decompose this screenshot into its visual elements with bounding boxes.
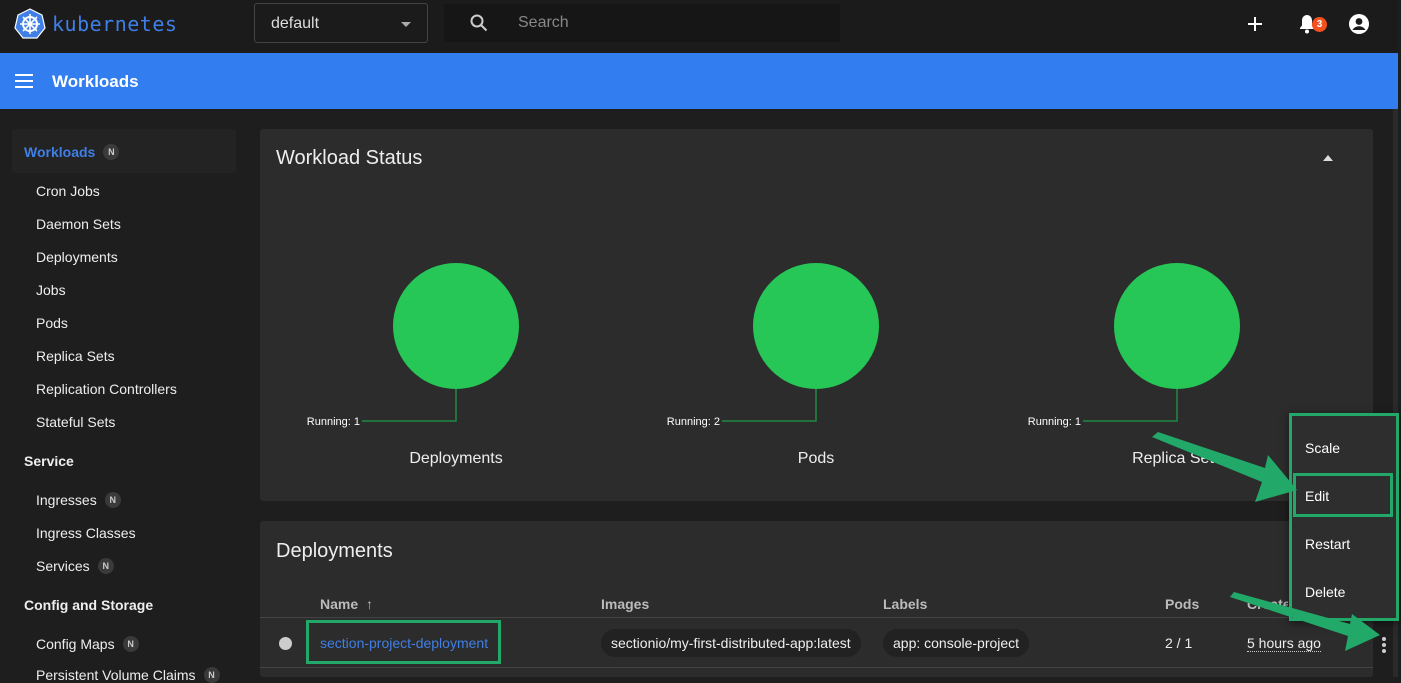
annotation-arrow-to-edit (1152, 432, 1297, 502)
annotation-arrows (1152, 432, 1380, 651)
annotation-arrow-to-menu-button (1230, 592, 1380, 651)
